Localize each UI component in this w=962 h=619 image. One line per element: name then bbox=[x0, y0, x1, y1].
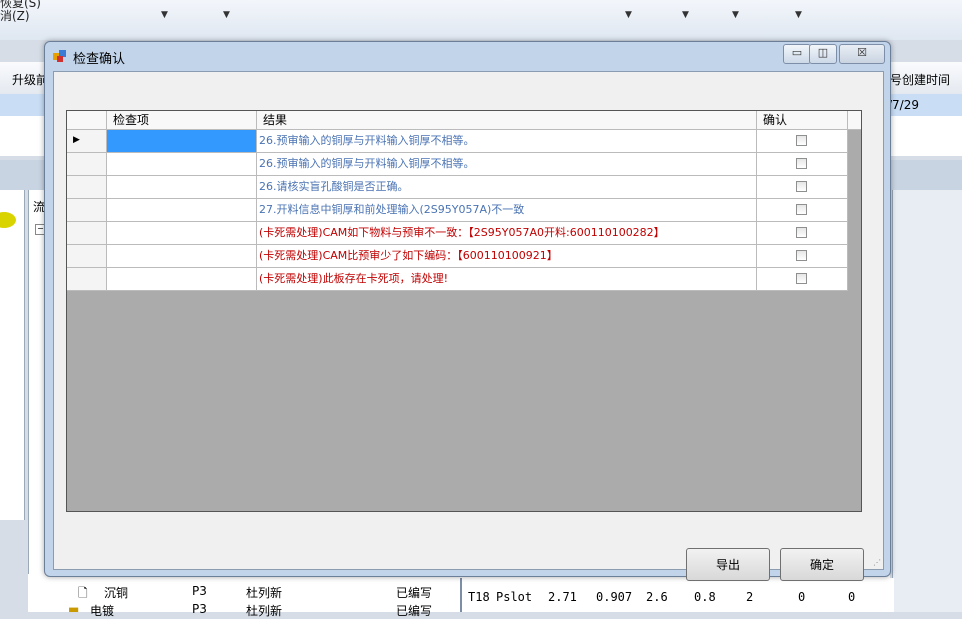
ok-button[interactable]: 确定 bbox=[780, 548, 864, 581]
check-grid: 检查项 结果 确认 ▶ 26.预审输入的铜厚与开料输入铜厚不相等。 26.预审输入的… bbox=[66, 110, 862, 512]
grid-header: 检查项 结果 确认 bbox=[67, 111, 861, 130]
result-cell[interactable]: 26.预审输入的铜厚与开料输入铜厚不相等。 bbox=[257, 130, 757, 153]
check-item-cell[interactable] bbox=[107, 153, 257, 176]
app-icon bbox=[53, 50, 66, 62]
result-cell[interactable]: 26.预审输入的铜厚与开料输入铜厚不相等。 bbox=[257, 153, 757, 176]
chevron-down-icon[interactable]: ▼ bbox=[161, 10, 168, 20]
result-cell[interactable]: (卡死需处理)CAM比预审少了如下编码：【600110100921】 bbox=[257, 245, 757, 268]
dialog-title: 检查确认 bbox=[73, 52, 126, 67]
list-item[interactable]: 🗋 沉铜 P3 杜列新 已编写 bbox=[28, 582, 468, 600]
confirm-checkbox[interactable] bbox=[796, 158, 807, 169]
check-item-cell[interactable] bbox=[107, 268, 257, 291]
list-item[interactable]: ▬ 电镀 P3 杜列新 已编写 bbox=[28, 600, 468, 618]
check-item-cell[interactable] bbox=[107, 199, 257, 222]
check-item-cell[interactable] bbox=[107, 245, 257, 268]
dialog-titlebar[interactable]: 检查确认 ▭ ◫ ☒ bbox=[45, 42, 890, 70]
toolbar-upgrade-label[interactable]: 升级前 bbox=[12, 71, 48, 88]
confirm-cell[interactable] bbox=[757, 222, 848, 245]
resize-grip-icon[interactable]: ⋰ bbox=[873, 558, 881, 567]
drill-grid: T18 Pslot 2.71 0.907 2.6 0.8 2 0 0 bbox=[460, 578, 894, 612]
chevron-down-icon[interactable]: ▼ bbox=[682, 10, 689, 20]
chevron-down-icon[interactable]: ▼ bbox=[795, 10, 802, 20]
current-row-icon: ▶ bbox=[73, 135, 80, 145]
confirm-cell[interactable] bbox=[757, 199, 848, 222]
check-item-cell[interactable] bbox=[107, 130, 257, 153]
menu-cancel[interactable]: 消(Z) bbox=[0, 7, 30, 24]
background-left-panel bbox=[0, 190, 25, 520]
row-header[interactable] bbox=[67, 199, 107, 222]
result-cell[interactable]: (卡死需处理)此板存在卡死项，请处理! bbox=[257, 268, 757, 291]
background-menubar: 恢复(S) 消(Z) ▼ ▼ ▼ ▼ ▼ ▼ bbox=[0, 0, 962, 40]
folder-icon: ▬ bbox=[68, 602, 80, 616]
confirm-checkbox[interactable] bbox=[796, 250, 807, 261]
maximize-button[interactable]: ◫ bbox=[809, 44, 837, 64]
confirm-cell[interactable] bbox=[757, 130, 848, 153]
row-header[interactable] bbox=[67, 176, 107, 199]
confirm-checkbox[interactable] bbox=[796, 273, 807, 284]
table-row[interactable]: (卡死需处理)CAM如下物料与预审不一致：【2S95Y057A0开料:60011… bbox=[67, 222, 848, 245]
minimize-button[interactable]: ▭ bbox=[783, 44, 811, 64]
row-header-corner bbox=[67, 111, 107, 129]
table-row[interactable]: 26.预审输入的铜厚与开料输入铜厚不相等。 bbox=[67, 153, 848, 176]
confirm-checkbox[interactable] bbox=[796, 181, 807, 192]
column-header-result[interactable]: 结果 bbox=[257, 111, 757, 129]
row-header[interactable]: ▶ bbox=[67, 130, 107, 153]
confirm-cell[interactable] bbox=[757, 176, 848, 199]
confirm-checkbox[interactable] bbox=[796, 204, 807, 215]
confirm-cell[interactable] bbox=[757, 153, 848, 176]
table-row[interactable]: (卡死需处理)CAM比预审少了如下编码：【600110100921】 bbox=[67, 245, 848, 268]
table-row[interactable]: ▶ 26.预审输入的铜厚与开料输入铜厚不相等。 bbox=[67, 130, 848, 153]
column-header-confirm[interactable]: 确认 bbox=[757, 111, 848, 129]
column-created-time: 号创建时间 bbox=[890, 73, 951, 87]
chevron-down-icon[interactable]: ▼ bbox=[625, 10, 632, 20]
row-header[interactable] bbox=[67, 222, 107, 245]
chevron-down-icon[interactable]: ▼ bbox=[732, 10, 739, 20]
table-row[interactable]: 26.请核实盲孔酸铜是否正确。 bbox=[67, 176, 848, 199]
check-confirm-dialog: 检查确认 ▭ ◫ ☒ 检查项 结果 确认 ▶ 26.预审输入的铜厚与开料输入铜厚不… bbox=[44, 41, 891, 581]
check-item-cell[interactable] bbox=[107, 176, 257, 199]
row-header[interactable] bbox=[67, 153, 107, 176]
background-right-panel bbox=[892, 190, 962, 612]
table-row[interactable]: (卡死需处理)此板存在卡死项，请处理! bbox=[67, 268, 848, 291]
confirm-checkbox[interactable] bbox=[796, 135, 807, 146]
confirm-cell[interactable] bbox=[757, 245, 848, 268]
dialog-client: 检查项 结果 确认 ▶ 26.预审输入的铜厚与开料输入铜厚不相等。 26.预审输入的… bbox=[53, 71, 884, 581]
row-header[interactable] bbox=[67, 268, 107, 291]
result-cell[interactable]: 27.开料信息中铜厚和前处理输入(2S95Y057A)不一致 bbox=[257, 199, 757, 222]
check-item-cell[interactable] bbox=[107, 222, 257, 245]
column-header-check-item[interactable]: 检查项 bbox=[107, 111, 257, 129]
chevron-down-icon[interactable]: ▼ bbox=[223, 10, 230, 20]
row-header[interactable] bbox=[67, 245, 107, 268]
table-row[interactable]: 27.开料信息中铜厚和前处理输入(2S95Y057A)不一致 bbox=[67, 199, 848, 222]
confirm-cell[interactable] bbox=[757, 268, 848, 291]
close-button[interactable]: ☒ bbox=[839, 44, 885, 64]
result-cell[interactable]: 26.请核实盲孔酸铜是否正确。 bbox=[257, 176, 757, 199]
result-cell[interactable]: (卡死需处理)CAM如下物料与预审不一致：【2S95Y057A0开料:60011… bbox=[257, 222, 757, 245]
confirm-checkbox[interactable] bbox=[796, 227, 807, 238]
row-date: /7/29 bbox=[888, 98, 919, 112]
export-button[interactable]: 导出 bbox=[686, 548, 770, 581]
